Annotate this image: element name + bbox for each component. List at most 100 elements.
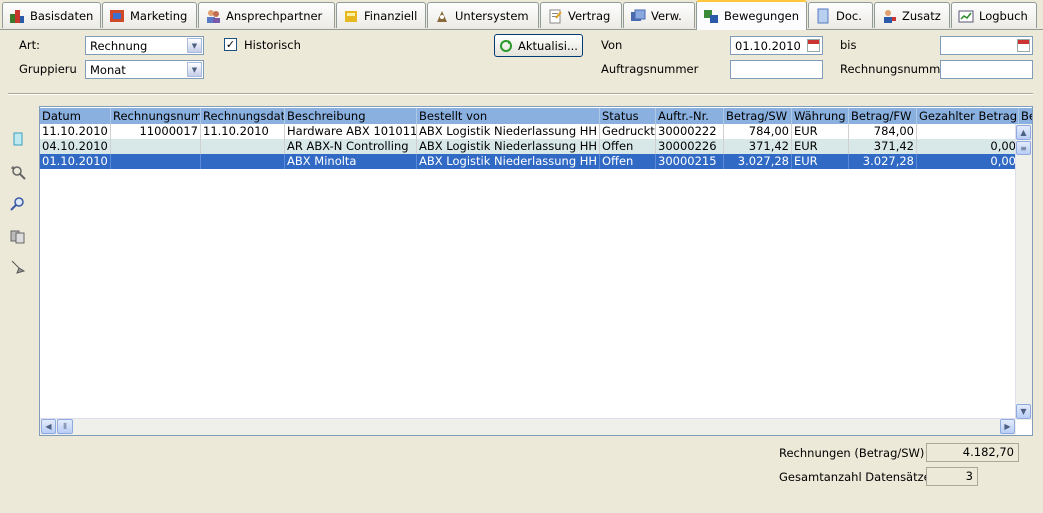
doc-icon (815, 8, 831, 24)
rechnungsnummer-input[interactable] (940, 60, 1033, 79)
tab-bewegungen[interactable]: Bewegungen (696, 0, 807, 30)
historisch-label: Historisch (244, 38, 301, 52)
rechnungen-table[interactable]: Datum Rechnungsnum Rechnungsdat Beschreibun… (39, 106, 1033, 436)
gruppierung-value: Monat (90, 63, 126, 77)
von-value: 01.10.2010 (735, 39, 801, 53)
table-cell: 30000226 (656, 139, 724, 154)
scroll-thumb[interactable]: ≡ (1016, 141, 1031, 155)
zusatz-icon (881, 8, 897, 24)
chevron-down-icon[interactable]: ▼ (187, 38, 202, 53)
column-header[interactable]: Be (1019, 108, 1032, 125)
rechnungsnummer-label: Rechnungsnumme (840, 62, 940, 76)
scroll-right-icon[interactable]: ▶ (1000, 419, 1015, 434)
table-cell: 3.027,28 (849, 154, 917, 169)
tab-ansprechpartner[interactable]: Ansprechpartner (198, 2, 335, 28)
chevron-down-icon[interactable]: ▼ (187, 62, 202, 77)
table-cell: 0,00 (917, 139, 1019, 154)
gruppierung-select[interactable]: Monat ▼ (85, 60, 204, 79)
bewegungen-icon (703, 8, 719, 24)
table-row[interactable]: 01.10.2010 ABX Minolta ABX Logistik Nieder… (40, 154, 1019, 169)
tab-label: Vertrag (568, 8, 611, 23)
tab-marketing[interactable]: Marketing (102, 2, 197, 28)
table-cell: 11.10.2010 (201, 124, 285, 139)
table-row[interactable]: 04.10.2010 AR ABX-N Controlling ABX Logist… (40, 139, 1019, 154)
column-header[interactable]: Währung (792, 108, 849, 125)
table-cell: 371,42 (849, 139, 917, 154)
calendar-icon[interactable] (1017, 39, 1030, 52)
table-cell: 11000017 (111, 124, 201, 139)
vertical-scrollbar[interactable]: ▲ ≡ ▼ (1015, 124, 1032, 420)
count-value: 3 (926, 467, 978, 486)
new-document-icon[interactable] (10, 131, 26, 147)
tab-doc[interactable]: Doc. (808, 2, 873, 28)
basisdaten-icon (9, 8, 25, 24)
search-add-icon[interactable] (10, 164, 26, 180)
art-label: Art: (19, 38, 40, 52)
table-cell: EUR (792, 154, 849, 169)
copy-icon[interactable] (10, 228, 26, 244)
table-cell: 01.10.2010 (40, 154, 111, 169)
table-cell: 30000215 (656, 154, 724, 169)
column-header[interactable]: Bestellt von (417, 108, 600, 125)
column-header[interactable]: Beschreibung (285, 108, 417, 125)
scroll-left-icon[interactable]: ◀ (41, 419, 56, 434)
search-icon[interactable] (10, 196, 26, 212)
tab-untersystem[interactable]: Untersystem (427, 2, 539, 28)
column-header[interactable]: Betrag/FW (849, 108, 917, 125)
table-cell: AR ABX-N Controlling (285, 139, 417, 154)
column-header[interactable]: Status (600, 108, 656, 125)
logbuch-icon (958, 8, 974, 24)
table-cell: 30000222 (656, 124, 724, 139)
tab-finanziell[interactable]: Finanziell (336, 2, 426, 28)
calendar-icon[interactable] (807, 39, 820, 52)
table-row[interactable]: 11.10.2010 11000017 11.10.2010 Hardware ABX… (40, 124, 1019, 139)
auftragsnummer-label: Auftragsnummer (601, 62, 699, 76)
von-label: Von (601, 38, 623, 52)
tab-label: Logbuch (979, 8, 1028, 23)
tab-label: Basisdaten (30, 8, 94, 23)
scroll-up-icon[interactable]: ▲ (1016, 125, 1031, 140)
historisch-checkbox[interactable]: ✓ (224, 38, 237, 51)
table-cell: ABX Minolta (285, 154, 417, 169)
hscroll-thumb[interactable]: ⦀ (57, 419, 73, 434)
column-header[interactable]: Gezahlter Betrag (917, 108, 1019, 125)
table-cell (111, 154, 201, 169)
tab-label: Ansprechpartner (226, 8, 323, 23)
gruppierung-label: Gruppieru (19, 62, 77, 76)
column-header[interactable]: Auftr.-Nr. (656, 108, 724, 125)
vertrag-icon (547, 8, 563, 24)
tab-zusatz[interactable]: Zusatz (874, 2, 950, 28)
art-select[interactable]: Rechnung ▼ (85, 36, 204, 55)
auftragsnummer-input[interactable] (730, 60, 823, 79)
bis-date-input[interactable] (940, 36, 1033, 55)
refresh-icon (499, 39, 513, 53)
tab-bar: Basisdaten Marketing Ansprechpartner Fin… (0, 0, 1043, 30)
table-cell: 0,00 (917, 154, 1019, 169)
tab-verw[interactable]: Verw. (623, 2, 695, 28)
von-date-input[interactable]: 01.10.2010 (730, 36, 823, 55)
table-cell: 3.027,28 (724, 154, 792, 169)
tab-label: Finanziell (364, 8, 418, 23)
tab-label: Marketing (130, 8, 188, 23)
aktualisieren-button[interactable]: Aktualisi... (494, 34, 583, 57)
verw-icon (630, 8, 646, 24)
tag-icon[interactable] (10, 259, 26, 275)
column-header[interactable]: Rechnungsdat (201, 108, 285, 125)
tab-label: Doc. (836, 8, 862, 23)
table-cell: ABX Logistik Niederlassung HH (417, 139, 600, 154)
table-cell: Offen (600, 154, 656, 169)
column-header[interactable]: Datum (40, 108, 111, 125)
horizontal-scrollbar[interactable]: ◀ ⦀ ▶ (40, 418, 1016, 435)
column-header[interactable]: Rechnungsnum (111, 108, 201, 125)
table-cell: Gedruckt (602, 124, 656, 139)
column-header[interactable]: Betrag/SW (724, 108, 792, 125)
table-cell: Hardware ABX 101011 (287, 124, 417, 139)
tab-label: Verw. (651, 8, 682, 23)
scroll-down-icon[interactable]: ▼ (1016, 404, 1031, 419)
table-cell: EUR (792, 139, 849, 154)
tab-logbuch[interactable]: Logbuch (951, 2, 1037, 28)
tab-vertrag[interactable]: Vertrag (540, 2, 622, 28)
tab-label: Untersystem (455, 8, 529, 23)
tab-basisdaten[interactable]: Basisdaten (2, 2, 101, 28)
table-cell (201, 139, 285, 154)
